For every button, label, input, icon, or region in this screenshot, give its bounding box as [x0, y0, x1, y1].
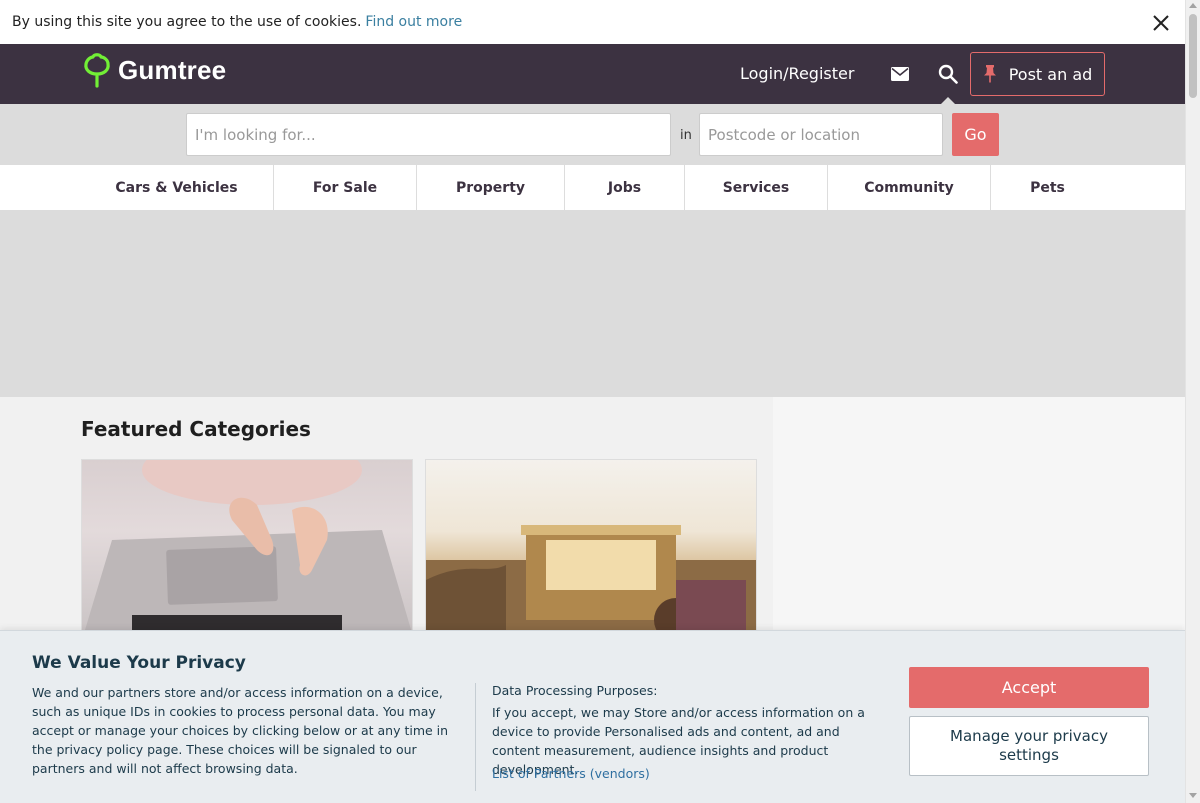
find-out-more-link[interactable]: Find out more	[365, 14, 462, 30]
site-header: Gumtree Login/Register Post an ad	[0, 44, 1185, 105]
featured-categories-title: Featured Categories	[81, 417, 311, 441]
category-nav: Cars & Vehicles For Sale Property Jobs S…	[0, 165, 1185, 210]
gumtree-logo[interactable]: Gumtree	[82, 51, 226, 89]
page-scrollbar[interactable]	[1185, 0, 1200, 803]
search-icon[interactable]	[938, 64, 958, 84]
category-jobs[interactable]: Jobs	[565, 165, 685, 210]
post-ad-button[interactable]: Post an ad	[970, 52, 1105, 96]
category-cars-vehicles[interactable]: Cars & Vehicles	[80, 165, 274, 210]
privacy-body: We and our partners store and/or access …	[32, 685, 449, 776]
search-bar: in Go	[0, 104, 1185, 165]
mail-icon[interactable]	[891, 67, 909, 81]
in-label: in	[680, 128, 692, 143]
ad-banner	[0, 210, 1185, 397]
featured-card-tractor[interactable]	[425, 459, 757, 639]
search-input[interactable]	[186, 113, 671, 156]
featured-card-laptop[interactable]	[81, 459, 413, 639]
category-for-sale[interactable]: For Sale	[274, 165, 417, 210]
login-register-link[interactable]: Login/Register	[740, 64, 854, 83]
accept-button[interactable]: Accept	[909, 667, 1149, 708]
cookie-text: By using this site you agree to the use …	[12, 14, 362, 30]
partners-link[interactable]: List of Partners (vendors)	[492, 766, 650, 781]
tractor-image	[426, 525, 756, 638]
category-services[interactable]: Services	[685, 165, 828, 210]
gumtree-tree-icon	[84, 53, 110, 88]
manage-privacy-button[interactable]: Manage your privacy settings	[909, 716, 1149, 776]
category-property[interactable]: Property	[417, 165, 565, 210]
privacy-consent-panel: We Value Your Privacy We and our partner…	[0, 630, 1185, 803]
scroll-down-arrow-icon[interactable]	[1189, 793, 1197, 798]
page: By using this site you agree to the use …	[0, 0, 1185, 803]
scroll-thumb[interactable]	[1189, 14, 1197, 98]
purposes-title: Data Processing Purposes:	[492, 683, 658, 698]
location-input[interactable]	[699, 113, 943, 156]
cookie-bar: By using this site you agree to the use …	[0, 0, 1185, 44]
privacy-divider	[475, 683, 476, 791]
category-community[interactable]: Community	[828, 165, 991, 210]
scroll-up-arrow-icon[interactable]	[1189, 3, 1197, 8]
go-button[interactable]: Go	[952, 113, 999, 156]
pin-icon	[983, 65, 996, 83]
post-ad-label: Post an ad	[1008, 64, 1093, 84]
laptop-image	[82, 460, 412, 638]
category-pets[interactable]: Pets	[991, 165, 1104, 210]
logo-text: Gumtree	[118, 54, 227, 85]
privacy-title: We Value Your Privacy	[32, 653, 246, 673]
close-icon[interactable]	[1150, 12, 1172, 34]
